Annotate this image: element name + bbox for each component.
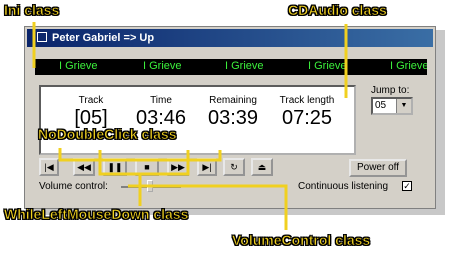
volume-thumb[interactable]	[147, 180, 153, 192]
nodoubleclick-class-annotation: NoDoubleClick class	[38, 126, 177, 143]
next-track-button[interactable]: ▶|	[197, 158, 217, 176]
skip-forward-icon: ▶|	[202, 162, 212, 172]
track-length-label: Track length	[279, 95, 335, 106]
marquee-item: I Grieve	[390, 60, 427, 72]
rewind-icon: ◀◀	[77, 162, 91, 172]
checkmark-icon: ✓	[403, 181, 411, 191]
eject-icon: ⏏	[257, 162, 267, 172]
marquee-item: I Grieve	[143, 60, 182, 72]
power-off-button[interactable]: Power off	[349, 159, 407, 177]
repeat-icon: ↻	[230, 162, 238, 172]
track-marquee: I Grieve I Grieve I Grieve I Grieve I Gr…	[35, 59, 427, 75]
remaining-label: Remaining	[209, 95, 257, 106]
previous-track-button[interactable]: |◀	[39, 158, 59, 176]
marquee-item: I Grieve	[59, 60, 98, 72]
ini-class-annotation: Ini class	[4, 2, 60, 19]
whileleftmousedown-class-annotation: WhileLeftMouseDown class	[4, 206, 189, 223]
cd-player-window: Peter Gabriel => Up I Grieve I Grieve I …	[24, 26, 436, 209]
time-label: Time	[150, 95, 172, 106]
track-label: Track	[78, 95, 104, 106]
time-display: Track [05] Time 03:46 Remaining 03:39 Tr…	[39, 85, 356, 155]
cdaudio-class-annotation: CDAudio class	[288, 2, 387, 19]
title-bar[interactable]: Peter Gabriel => Up	[27, 29, 433, 47]
marquee-item: I Grieve	[225, 60, 264, 72]
volume-label: Volume control:	[39, 181, 108, 192]
rewind-button[interactable]: ◀◀	[73, 158, 95, 176]
pause-button[interactable]: ❚❚	[103, 158, 127, 176]
jump-value: 05	[375, 100, 387, 111]
continuous-listening-label: Continuous listening	[298, 181, 389, 192]
jump-label: Jump to:	[371, 85, 410, 96]
fast-forward-icon: ▶▶	[171, 162, 185, 172]
remaining-value: 03:39	[207, 107, 259, 129]
pause-icon: ❚❚	[107, 162, 123, 172]
marquee-item: I Grieve	[308, 60, 347, 72]
fast-forward-button[interactable]: ▶▶	[167, 158, 189, 176]
skip-back-icon: |◀	[44, 162, 54, 172]
jump-select[interactable]: 05 ▼	[371, 97, 413, 115]
chevron-down-icon[interactable]: ▼	[396, 99, 411, 113]
app-icon	[37, 32, 47, 42]
stop-icon: ■	[144, 162, 150, 172]
repeat-button[interactable]: ↻	[223, 158, 245, 176]
window-title: Peter Gabriel => Up	[52, 32, 155, 44]
eject-button[interactable]: ⏏	[251, 158, 273, 176]
volumecontrol-class-annotation: VolumeControl class	[232, 232, 371, 249]
continuous-listening-checkbox[interactable]: ✓	[402, 181, 412, 191]
stop-button[interactable]: ■	[135, 158, 159, 176]
track-length-value: 07:25	[281, 107, 333, 129]
